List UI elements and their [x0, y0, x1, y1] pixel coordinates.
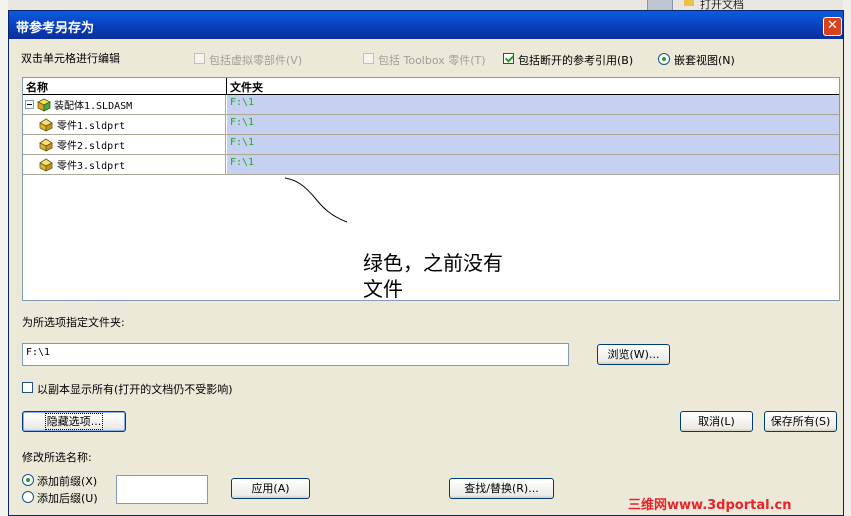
watermark-text: 三维网www.3dportal.cn	[628, 498, 792, 513]
save-all-label: 保存所有(S)	[770, 415, 831, 428]
collapse-icon[interactable]	[25, 100, 34, 109]
show-all-copies-checkbox[interactable]	[22, 382, 33, 393]
folder-path: F:\1	[230, 137, 255, 148]
cancel-label: 取消(L)	[698, 415, 735, 428]
folder-path: F:\1	[230, 157, 255, 168]
hide-options-label: 隐藏选项...	[44, 413, 104, 430]
include-toolbox-checkbox[interactable]	[363, 53, 374, 64]
column-separator[interactable]	[226, 78, 227, 94]
folder-cell[interactable]: F:\1	[227, 95, 839, 114]
add-suffix-label: 添加后缀(U)	[37, 492, 98, 505]
grid-header: 名称 文件夹	[23, 78, 839, 95]
nested-view-label: 嵌套视图(N)	[674, 54, 735, 67]
table-row[interactable]: 零件3.sldprt F:\1	[23, 155, 839, 175]
annotation-note: 绿色，之前没有 文件	[363, 250, 503, 302]
include-broken-refs-checkbox[interactable]	[503, 53, 514, 64]
part-icon	[39, 158, 53, 172]
add-prefix-radio[interactable]	[22, 474, 34, 486]
add-prefix-label: 添加前缀(X)	[37, 475, 98, 488]
name-cell[interactable]: 装配体1.SLDASM	[23, 95, 226, 114]
dialog-body: 双击单元格进行编辑 包括虚拟零部件(V) 包括 Toolbox 零件(T) 包括…	[13, 39, 840, 513]
table-row[interactable]: 零件2.sldprt F:\1	[23, 135, 839, 155]
dialog-title: 带参考另存为	[16, 21, 95, 36]
part-icon	[39, 138, 53, 152]
include-virtual-checkbox[interactable]	[194, 53, 205, 64]
show-all-copies-label: 以副本显示所有(打开的文档仍不受影响)	[37, 383, 233, 396]
apply-label: 应用(A)	[251, 482, 290, 495]
folder-label: 为所选项指定文件夹:	[22, 316, 125, 329]
include-virtual-label: 包括虚拟零部件(V)	[209, 54, 303, 67]
include-broken-refs-label: 包括断开的参考引用(B)	[518, 54, 634, 67]
column-header-folder[interactable]: 文件夹	[230, 79, 263, 95]
folder-input[interactable]: F:\1	[22, 343, 569, 366]
name-cell[interactable]: 零件1.sldprt	[23, 115, 226, 134]
desktop-left-edge	[0, 0, 8, 516]
folder-path: F:\1	[230, 97, 255, 108]
name-cell[interactable]: 零件3.sldprt	[23, 155, 226, 174]
part-icon	[39, 118, 53, 132]
hide-options-button[interactable]: 隐藏选项...	[22, 411, 126, 432]
annotation-line-2: 文件	[363, 277, 403, 301]
find-replace-label: 查找/替换(R)...	[464, 482, 539, 495]
browse-button[interactable]: 浏览(W)...	[597, 344, 670, 365]
cancel-button[interactable]: 取消(L)	[680, 411, 753, 432]
title-bar: 带参考另存为 ✕	[9, 11, 843, 39]
assembly-icon	[37, 98, 51, 112]
nested-view-radio[interactable]	[658, 53, 670, 65]
save-all-button[interactable]: 保存所有(S)	[764, 411, 837, 432]
item-name: 零件3.sldprt	[57, 161, 126, 172]
rename-label: 修改所选名称:	[22, 451, 92, 464]
folder-icon	[684, 0, 694, 6]
folder-cell[interactable]: F:\1	[227, 155, 839, 174]
apply-button[interactable]: 应用(A)	[231, 478, 310, 499]
folder-cell[interactable]: F:\1	[227, 135, 839, 154]
annotation-line-1: 绿色，之前没有	[363, 251, 503, 275]
include-toolbox-label: 包括 Toolbox 零件(T)	[378, 54, 486, 67]
item-name: 零件1.sldprt	[57, 121, 126, 132]
close-button[interactable]: ✕	[823, 17, 842, 36]
annotation-pointer-line	[284, 177, 348, 223]
folder-input-value: F:\1	[26, 347, 51, 358]
folder-path: F:\1	[230, 117, 255, 128]
find-replace-button[interactable]: 查找/替换(R)...	[449, 478, 554, 499]
column-header-name[interactable]: 名称	[26, 79, 48, 95]
folder-cell[interactable]: F:\1	[227, 115, 839, 134]
reference-grid[interactable]: 名称 文件夹 装配体1.SLDASM F:\1 零件1.sldprt F:\1 …	[22, 77, 840, 301]
affix-input[interactable]	[116, 475, 208, 504]
table-row[interactable]: 零件1.sldprt F:\1	[23, 115, 839, 135]
save-as-with-references-dialog: 带参考另存为 ✕ 双击单元格进行编辑 包括虚拟零部件(V) 包括 Toolbox…	[8, 10, 844, 516]
edit-hint: 双击单元格进行编辑	[21, 52, 120, 65]
desktop-right-edge	[843, 0, 851, 516]
item-name: 零件2.sldprt	[57, 141, 126, 152]
name-cell[interactable]: 零件2.sldprt	[23, 135, 226, 154]
item-name: 装配体1.SLDASM	[54, 101, 133, 112]
table-row[interactable]: 装配体1.SLDASM F:\1	[23, 95, 839, 115]
browse-button-label: 浏览(W)...	[607, 348, 660, 361]
close-icon: ✕	[827, 18, 838, 33]
add-suffix-radio[interactable]	[22, 491, 34, 503]
